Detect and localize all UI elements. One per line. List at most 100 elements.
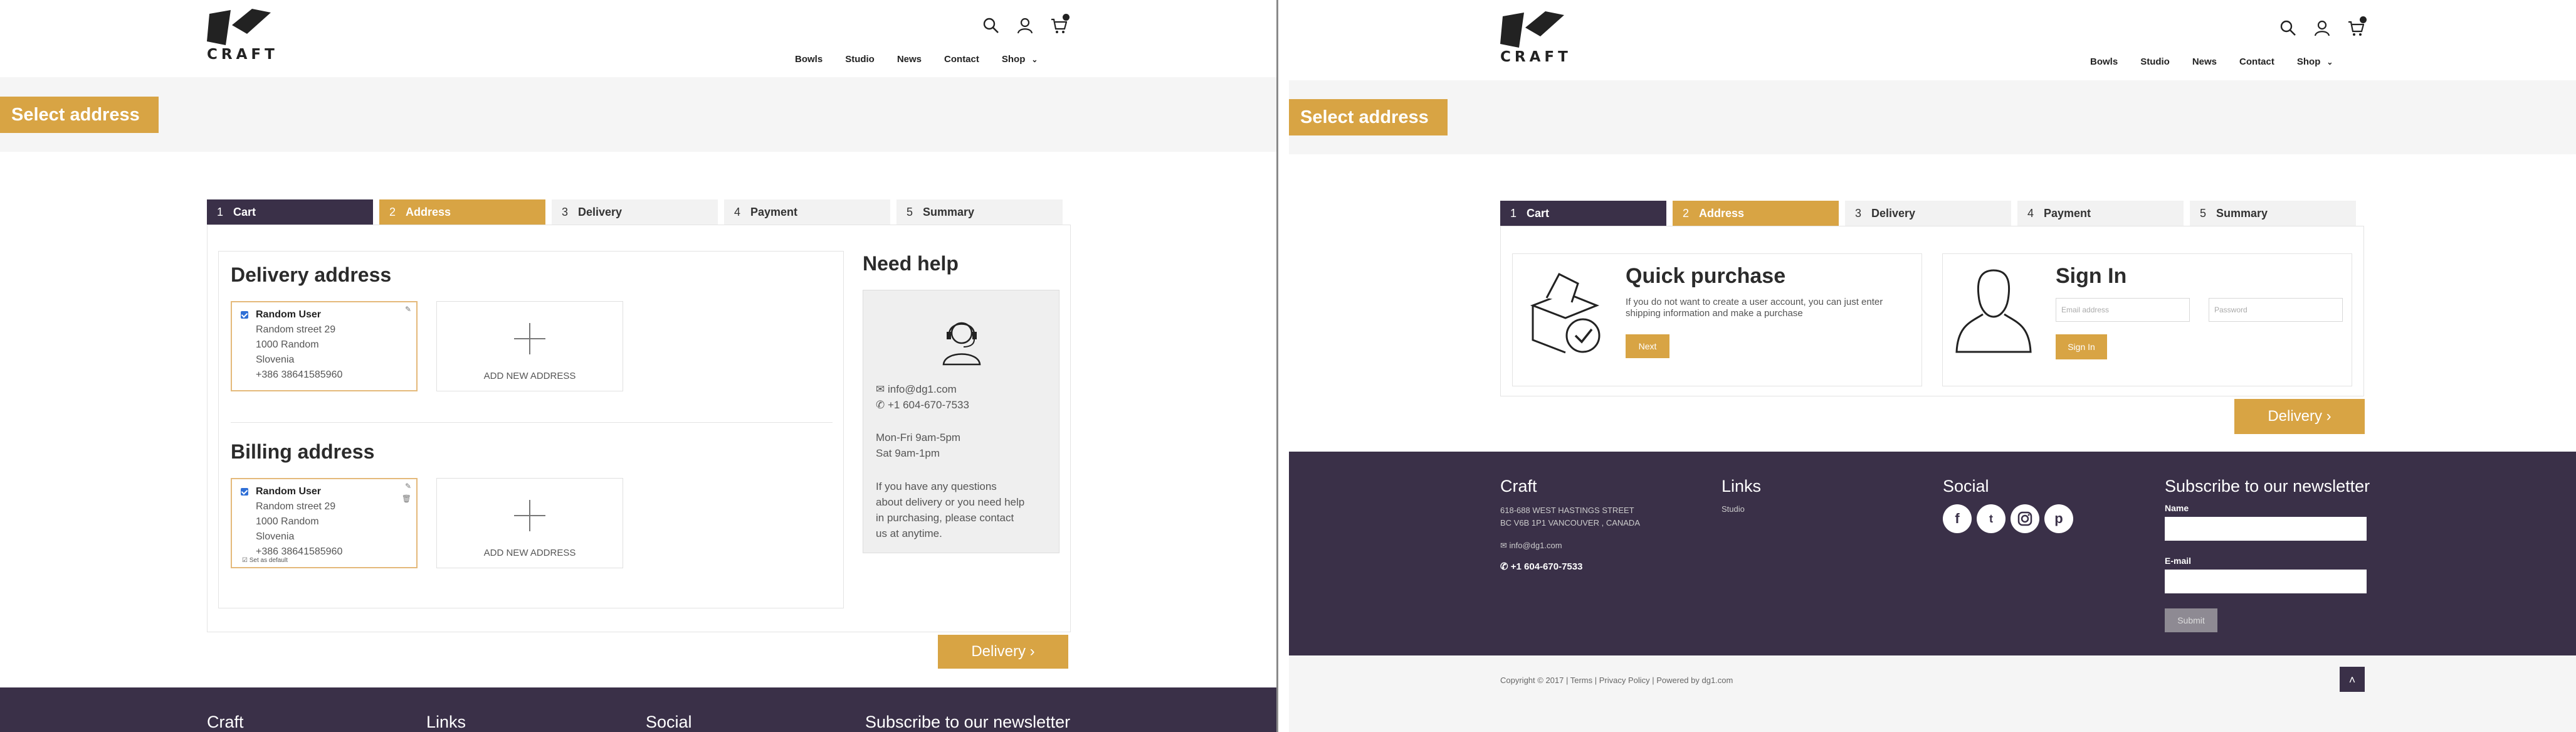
craft-logo[interactable]: CRAFT xyxy=(1500,11,1572,65)
facebook-icon[interactable]: f xyxy=(1943,504,1972,533)
newsletter-submit-button[interactable]: Submit xyxy=(2165,608,2217,632)
set-default-toggle[interactable]: ☑ Set as default xyxy=(242,557,288,564)
help-email[interactable]: ✉ info@dg1.com xyxy=(876,381,957,397)
header-icons xyxy=(2280,16,2367,36)
nav-studio[interactable]: Studio xyxy=(845,54,875,65)
nav-shop-label: Shop xyxy=(2296,56,2321,67)
step-delivery[interactable]: 3 Delivery xyxy=(552,199,718,225)
chevron-down-icon: ⌄ xyxy=(1031,55,1038,64)
need-help-title: Need help xyxy=(863,252,959,275)
selected-checkbox[interactable] xyxy=(241,488,248,496)
twitter-icon[interactable]: t xyxy=(1977,504,2006,533)
chevron-right-icon: › xyxy=(1029,643,1035,660)
screenshot-divider xyxy=(1276,0,1289,732)
nav-shop-label: Shop xyxy=(1001,54,1026,65)
header-icons xyxy=(983,14,1070,34)
footer-link-studio[interactable]: Studio xyxy=(1722,503,1745,516)
footer-craft-title: Craft xyxy=(1500,477,1537,496)
nav-news[interactable]: News xyxy=(2192,56,2217,67)
nav-bowls[interactable]: Bowls xyxy=(2090,56,2118,67)
brand-name: CRAFT xyxy=(1500,49,1572,65)
email-field[interactable]: Email address xyxy=(2056,298,2190,322)
chevron-down-icon: ⌄ xyxy=(2326,58,2333,66)
nav-contact[interactable]: Contact xyxy=(944,54,979,65)
instagram-icon[interactable] xyxy=(2011,504,2039,533)
craft-logo[interactable]: CRAFT xyxy=(207,9,275,63)
craft-logo-icon xyxy=(207,9,271,45)
chevron-right-icon: › xyxy=(2326,408,2332,425)
step-summary[interactable]: 5 Summary xyxy=(2190,201,2356,226)
checkout-steps: 1 Cart 2 Address 3 Delivery 4 Payment 5 Summa… xyxy=(207,199,1063,225)
sign-in-button[interactable]: Sign In xyxy=(2056,334,2107,359)
newsletter-email-label: E-mail xyxy=(2165,556,2192,566)
footer: Craft Links Social Subscribe to our news… xyxy=(0,687,1276,732)
box-checkmark-icon xyxy=(1530,273,1601,354)
delivery-address-card[interactable]: ✎ Random User Random street 29 1000 Rand… xyxy=(231,301,418,391)
footer-social-title: Social xyxy=(646,713,692,731)
main-nav: Bowls Studio News Contact Shop ⌄ xyxy=(2090,56,2333,67)
craft-logo-icon xyxy=(1500,11,1564,48)
user-icon[interactable] xyxy=(1017,18,1033,34)
add-new-delivery-address[interactable]: ADD NEW ADDRESS xyxy=(436,301,623,391)
footer-email[interactable]: ✉ info@dg1.com xyxy=(1500,539,1562,552)
newsletter-email-input[interactable] xyxy=(2165,570,2367,593)
copyright-text: Copyright © 2017 | Terms | Privacy Polic… xyxy=(1500,676,1733,685)
quick-purchase-text: If you do not want to create a user acco… xyxy=(1626,297,1883,319)
edit-icon[interactable]: ✎ xyxy=(405,482,411,491)
step-summary[interactable]: 5 Summary xyxy=(896,199,1063,225)
cart-icon[interactable] xyxy=(1051,14,1070,34)
address-lines: Random User Random street 29 1000 Random… xyxy=(256,486,343,557)
step-address[interactable]: 2 Address xyxy=(379,199,545,225)
pinterest-icon[interactable]: p xyxy=(2044,504,2073,533)
checkout-address-page: CRAFT Bowls Studio News Contact Shop ⌄ Se… xyxy=(0,0,1276,732)
footer-phone[interactable]: ✆ +1 604-670-7533 xyxy=(1500,561,1582,573)
step-cart[interactable]: 1 Cart xyxy=(1500,201,1666,226)
help-panel: ✉ info@dg1.com ✆ +1 604-670-7533 Mon-Fri… xyxy=(863,290,1059,553)
page-title: Select address xyxy=(1289,99,1448,135)
footer-newsletter-title: Subscribe to our newsletter xyxy=(865,713,1071,731)
billing-address-card[interactable]: ✎ 🗑 Random User Random street 29 1000 Ra… xyxy=(231,478,418,568)
selected-checkbox[interactable] xyxy=(241,311,248,319)
quick-purchase-panel: Quick purchase If you do not want to cre… xyxy=(1512,253,1922,386)
edit-icon[interactable]: ✎ xyxy=(405,305,411,314)
step-address[interactable]: 2 Address xyxy=(1673,201,1839,226)
help-hours-weekday: Mon-Fri 9am-5pm xyxy=(876,432,961,443)
add-new-billing-address[interactable]: ADD NEW ADDRESS xyxy=(436,478,623,568)
next-button[interactable]: Next xyxy=(1626,334,1669,358)
title-band xyxy=(0,77,1276,152)
checkout-steps: 1 Cart 2 Address 3 Delivery 4 Payment 5 Summa… xyxy=(1500,201,2356,226)
quick-purchase-title: Quick purchase xyxy=(1626,264,1786,288)
back-to-top-button[interactable]: ˄ xyxy=(2340,667,2365,692)
sign-in-panel: Sign In Email address Password Sign In xyxy=(1942,253,2352,386)
nav-bowls[interactable]: Bowls xyxy=(795,54,823,65)
user-icon[interactable] xyxy=(2314,20,2330,36)
plus-icon xyxy=(514,500,545,531)
nav-news[interactable]: News xyxy=(897,54,922,65)
footer-links-title: Links xyxy=(1722,477,1762,496)
nav-shop[interactable]: Shop ⌄ xyxy=(1002,54,1038,65)
chevron-up-icon: ˄ xyxy=(2348,674,2356,686)
step-delivery[interactable]: 3 Delivery xyxy=(1845,201,2011,226)
nav-studio[interactable]: Studio xyxy=(2140,56,2170,67)
search-icon[interactable] xyxy=(2280,20,2296,36)
delivery-button[interactable]: Delivery › xyxy=(2234,399,2365,434)
divider xyxy=(231,422,833,423)
step-payment[interactable]: 4 Payment xyxy=(2017,201,2184,226)
nav-contact[interactable]: Contact xyxy=(2239,56,2274,67)
delete-icon[interactable]: 🗑 xyxy=(402,494,411,503)
newsletter-name-input[interactable] xyxy=(2165,517,2367,541)
plus-icon xyxy=(514,323,545,354)
cart-badge xyxy=(2360,16,2367,23)
nav-shop[interactable]: Shop ⌄ xyxy=(2297,56,2333,67)
step-cart[interactable]: 1 Cart xyxy=(207,199,373,225)
title-band xyxy=(1289,80,2576,154)
search-icon[interactable] xyxy=(983,18,999,34)
delivery-button[interactable]: Delivery › xyxy=(938,635,1068,669)
step-payment[interactable]: 4 Payment xyxy=(724,199,890,225)
sign-in-title: Sign In xyxy=(2056,264,2127,288)
password-field[interactable]: Password xyxy=(2209,298,2343,322)
help-phone[interactable]: ✆ +1 604-670-7533 xyxy=(876,397,969,413)
help-hours-saturday: Sat 9am-1pm xyxy=(876,447,940,459)
address-lines: Random User Random street 29 1000 Random… xyxy=(256,309,343,380)
cart-icon[interactable] xyxy=(2348,16,2367,36)
